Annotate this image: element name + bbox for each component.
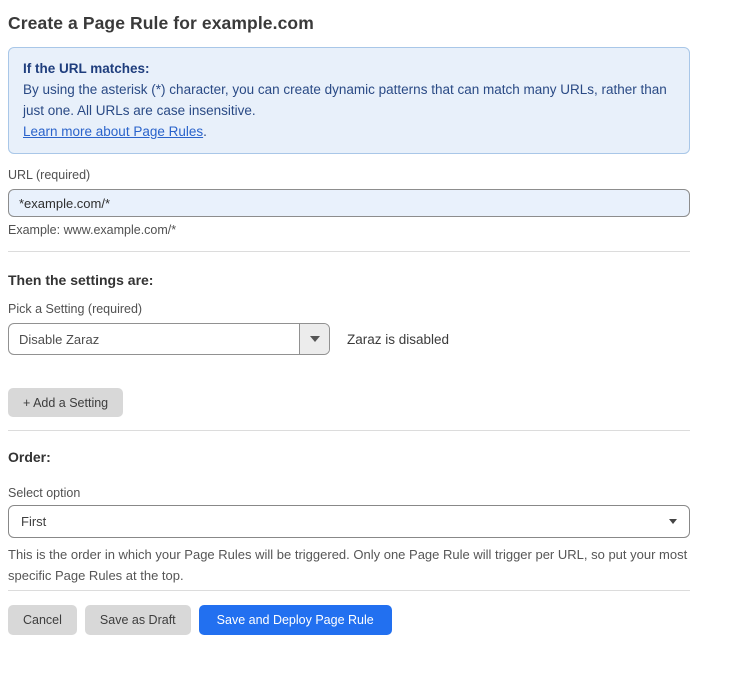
order-section-heading: Order: [8,449,690,465]
cancel-button[interactable]: Cancel [8,605,77,635]
setting-picker-value: Disable Zaraz [9,324,299,354]
settings-section-heading: Then the settings are: [8,272,690,288]
add-setting-button[interactable]: + Add a Setting [8,388,123,417]
link-suffix: . [203,124,207,139]
info-box-heading: If the URL matches: [23,58,675,79]
url-match-info-box: If the URL matches: By using the asteris… [8,47,690,154]
divider [8,590,690,591]
setting-picker-dropdown[interactable]: Disable Zaraz [8,323,330,355]
url-input[interactable] [8,189,690,217]
learn-more-link[interactable]: Learn more about Page Rules [23,124,203,139]
setting-picker-arrow-button[interactable] [299,324,329,354]
caret-down-icon [669,519,677,524]
setting-picker-label: Pick a Setting (required) [8,302,690,316]
page-title: Create a Page Rule for example.com [8,13,690,34]
order-select-dropdown[interactable]: First [8,505,690,538]
url-field-example: Example: www.example.com/* [8,223,690,237]
order-select-label: Select option [8,486,690,500]
page-rule-form: Create a Page Rule for example.com If th… [0,13,698,635]
save-as-draft-button[interactable]: Save as Draft [85,605,191,635]
setting-status-text: Zaraz is disabled [347,332,449,347]
order-select-value: First [21,514,46,529]
setting-picker-row: Disable Zaraz Zaraz is disabled [8,323,690,355]
info-box-link-line: Learn more about Page Rules. [23,121,675,142]
footer-actions: Cancel Save as Draft Save and Deploy Pag… [8,605,690,635]
caret-down-icon [310,336,320,342]
url-field-label: URL (required) [8,168,690,182]
order-help-text: This is the order in which your Page Rul… [8,544,690,586]
divider [8,251,690,252]
info-box-body: By using the asterisk (*) character, you… [23,79,675,121]
divider [8,430,690,431]
save-and-deploy-button[interactable]: Save and Deploy Page Rule [199,605,392,635]
